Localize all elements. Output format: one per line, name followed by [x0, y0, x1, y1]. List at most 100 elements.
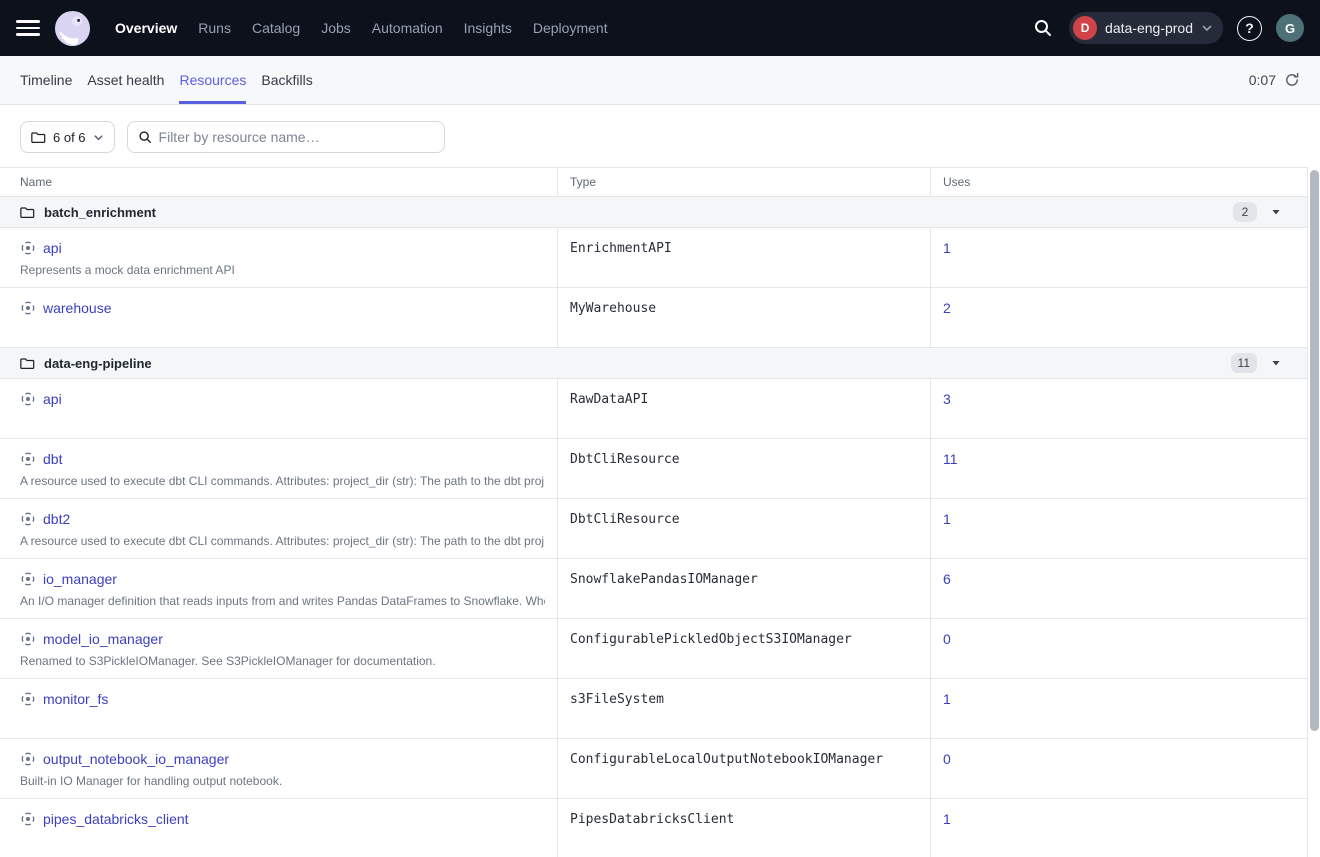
- resource-description: A resource used to execute dbt CLI comma…: [20, 534, 545, 548]
- column-header-name: Name: [0, 168, 557, 196]
- workspace-name: data-eng-prod: [1105, 20, 1193, 36]
- nav-runs[interactable]: Runs: [198, 20, 231, 36]
- resource-uses-link[interactable]: 0: [943, 631, 951, 647]
- group-filter-label: 6 of 6: [53, 130, 86, 145]
- resource-uses-link[interactable]: 0: [943, 751, 951, 767]
- app-header: Overview Runs Catalog Jobs Automation In…: [0, 0, 1320, 56]
- resource-name-link[interactable]: io_manager: [43, 571, 117, 587]
- resource-name-link[interactable]: output_notebook_io_manager: [43, 751, 229, 767]
- resource-type-cell: RawDataAPI: [557, 379, 930, 438]
- resource-uses-link[interactable]: 6: [943, 571, 951, 587]
- resource-uses-link[interactable]: 1: [943, 240, 951, 256]
- group-filter-button[interactable]: 6 of 6: [20, 121, 115, 153]
- group-count-badge: 11: [1231, 353, 1257, 373]
- nav-jobs[interactable]: Jobs: [321, 20, 351, 36]
- resource-icon: [20, 751, 36, 767]
- resource-row: monitor_fs s3FileSystem 1: [0, 679, 1307, 739]
- nav-automation[interactable]: Automation: [372, 20, 443, 36]
- resource-name-link[interactable]: dbt: [43, 451, 62, 467]
- workspace-switcher[interactable]: D data-eng-prod: [1069, 12, 1223, 44]
- group-name: batch_enrichment: [44, 205, 156, 220]
- search-icon: [138, 130, 152, 144]
- resource-row: dbt A resource used to execute dbt CLI c…: [0, 439, 1307, 499]
- scrollbar-thumb[interactable]: [1310, 170, 1319, 731]
- collapse-caret-icon[interactable]: [1271, 358, 1281, 368]
- resource-name-link[interactable]: pipes_databricks_client: [43, 811, 189, 827]
- vertical-scrollbar[interactable]: [1307, 167, 1320, 857]
- resource-filter-input[interactable]: [159, 129, 434, 145]
- resource-group-row[interactable]: batch_enrichment 2: [0, 197, 1307, 228]
- nav-deployment[interactable]: Deployment: [533, 20, 608, 36]
- resource-uses-link[interactable]: 1: [943, 511, 951, 527]
- resource-description: Represents a mock data enrichment API: [20, 263, 545, 277]
- folder-icon: [20, 356, 35, 371]
- resource-name-cell: output_notebook_io_manager Built-in IO M…: [0, 739, 557, 798]
- chevron-down-icon: [93, 132, 104, 143]
- resource-row: io_manager An I/O manager definition tha…: [0, 559, 1307, 619]
- resource-type-cell: PipesDatabricksClient: [557, 799, 930, 857]
- resource-name-link[interactable]: model_io_manager: [43, 631, 163, 647]
- dagster-logo-icon[interactable]: [54, 10, 91, 47]
- main-nav: Overview Runs Catalog Jobs Automation In…: [115, 20, 608, 36]
- avatar[interactable]: G: [1276, 14, 1304, 42]
- tab-backfills[interactable]: Backfills: [261, 56, 312, 104]
- nav-catalog[interactable]: Catalog: [252, 20, 300, 36]
- collapse-caret-icon[interactable]: [1271, 207, 1281, 217]
- resource-name-link[interactable]: api: [43, 391, 62, 407]
- tab-bar: Timeline Asset health Resources Backfill…: [0, 56, 1320, 105]
- resource-uses-cell: 1: [930, 679, 1307, 738]
- folder-icon: [20, 205, 35, 220]
- resource-row: output_notebook_io_manager Built-in IO M…: [0, 739, 1307, 799]
- resource-icon: [20, 571, 36, 587]
- resource-icon: [20, 391, 36, 407]
- resource-uses-link[interactable]: 1: [943, 691, 951, 707]
- resource-uses-cell: 0: [930, 739, 1307, 798]
- resource-uses-link[interactable]: 3: [943, 391, 951, 407]
- resource-group-row[interactable]: data-eng-pipeline 11: [0, 348, 1307, 379]
- resource-name-link[interactable]: warehouse: [43, 300, 112, 316]
- table-body: batch_enrichment 2 api Represents a mock…: [0, 197, 1307, 857]
- resource-row: api RawDataAPI 3: [0, 379, 1307, 439]
- resource-name-cell: model_io_manager Renamed to S3PickleIOMa…: [0, 619, 557, 678]
- resource-row: model_io_manager Renamed to S3PickleIOMa…: [0, 619, 1307, 679]
- nav-insights[interactable]: Insights: [464, 20, 512, 36]
- resource-row: dbt2 A resource used to execute dbt CLI …: [0, 499, 1307, 559]
- refresh-icon[interactable]: [1284, 72, 1300, 88]
- resource-uses-cell: 6: [930, 559, 1307, 618]
- resource-name-cell: monitor_fs: [0, 679, 557, 738]
- resource-uses-cell: 1: [930, 799, 1307, 857]
- resource-uses-link[interactable]: 2: [943, 300, 951, 316]
- resource-icon: [20, 691, 36, 707]
- tab-timeline[interactable]: Timeline: [20, 56, 72, 104]
- resource-name-link[interactable]: api: [43, 240, 62, 256]
- chevron-down-icon: [1201, 22, 1213, 34]
- resource-description: An I/O manager definition that reads inp…: [20, 594, 545, 608]
- column-header-uses: Uses: [930, 168, 1307, 196]
- resource-uses-cell: 1: [930, 499, 1307, 558]
- resource-type-cell: ConfigurablePickledObjectS3IOManager: [557, 619, 930, 678]
- tab-asset-health[interactable]: Asset health: [87, 56, 164, 104]
- resource-uses-link[interactable]: 11: [943, 451, 958, 467]
- resource-icon: [20, 811, 36, 827]
- resource-uses-cell: 0: [930, 619, 1307, 678]
- resource-uses-link[interactable]: 1: [943, 811, 951, 827]
- resource-icon: [20, 511, 36, 527]
- resource-name-link[interactable]: dbt2: [43, 511, 70, 527]
- tab-resources[interactable]: Resources: [179, 56, 246, 104]
- resource-type-cell: SnowflakePandasIOManager: [557, 559, 930, 618]
- resource-uses-cell: 11: [930, 439, 1307, 498]
- resource-type-cell: MyWarehouse: [557, 288, 930, 347]
- resource-name-cell: pipes_databricks_client: [0, 799, 557, 857]
- resource-name-cell: api Represents a mock data enrichment AP…: [0, 228, 557, 287]
- nav-overview[interactable]: Overview: [115, 20, 177, 36]
- search-icon[interactable]: [1033, 17, 1055, 39]
- resource-row: warehouse MyWarehouse 2: [0, 288, 1307, 348]
- resource-icon: [20, 240, 36, 256]
- toolbar: 6 of 6: [0, 105, 1320, 167]
- help-button[interactable]: ?: [1237, 16, 1262, 41]
- resource-name-link[interactable]: monitor_fs: [43, 691, 108, 707]
- menu-icon[interactable]: [16, 16, 40, 40]
- resource-name-cell: io_manager An I/O manager definition tha…: [0, 559, 557, 618]
- resources-table: Name Type Uses batch_enrichment 2 api Re…: [0, 167, 1320, 857]
- resource-description: Renamed to S3PickleIOManager. See S3Pick…: [20, 654, 545, 668]
